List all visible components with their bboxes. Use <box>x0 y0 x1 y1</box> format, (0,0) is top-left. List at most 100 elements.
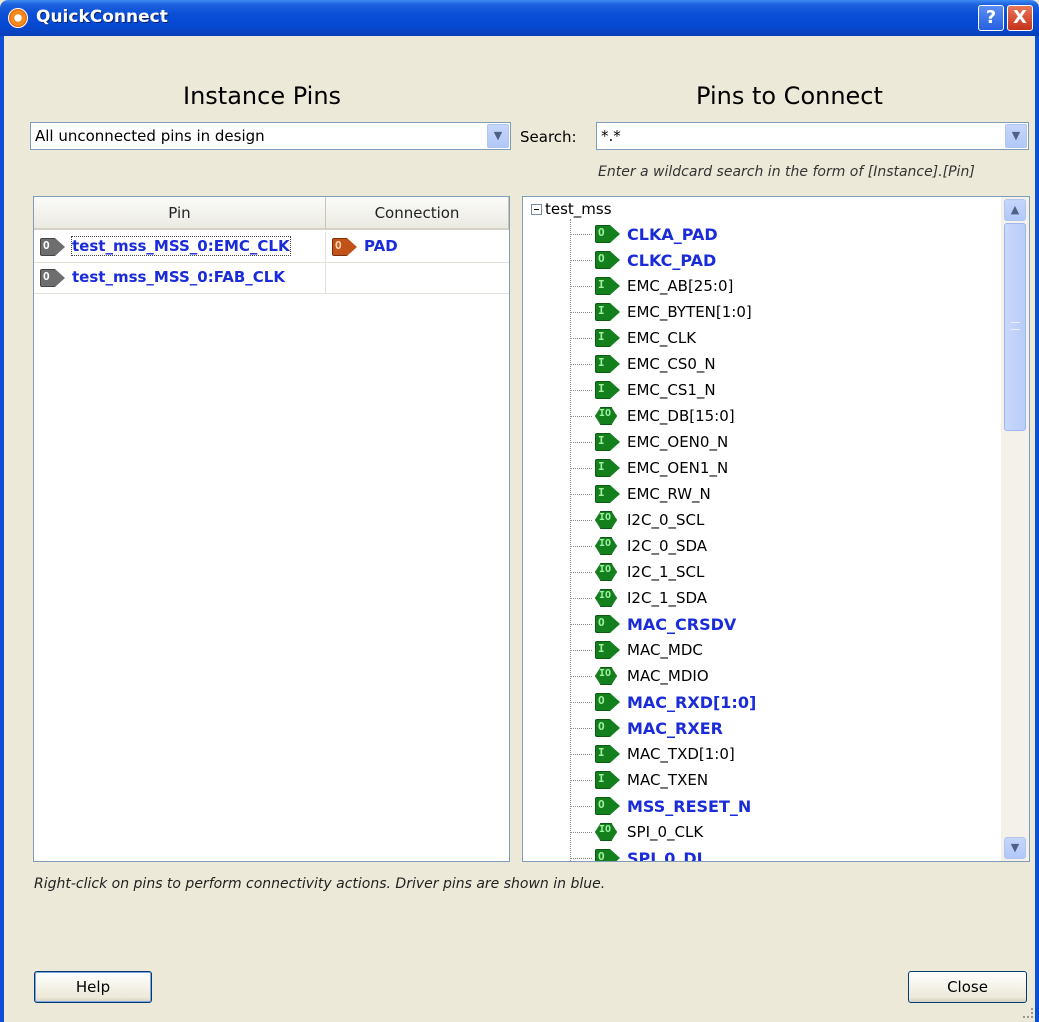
scroll-thumb[interactable] <box>1004 223 1026 431</box>
table-row[interactable]: O test_mss_MSS_0:FAB_CLK <box>34 263 509 294</box>
tree-item-label: CLKA_PAD <box>627 225 718 244</box>
pins-to-connect-tree[interactable]: test_mss O CLKA_PAD O CLKC_PAD I EMC_AB[25:0]… <box>522 196 1030 862</box>
instance-pins-heading: Instance Pins <box>183 82 342 110</box>
bidir-pin-icon: IO <box>595 822 621 842</box>
output-pin-icon: O <box>595 692 621 712</box>
search-label: Search: <box>520 128 577 146</box>
tree-item[interactable]: I EMC_AB[25:0] <box>523 273 993 299</box>
tree-item-label: MAC_TXD[1:0] <box>627 745 735 763</box>
tree-item-label: EMC_OEN0_N <box>627 433 729 451</box>
tree-item-label: MAC_TXEN <box>627 771 709 789</box>
table-row[interactable]: O test_mss_MSS_0:EMC_CLK O PAD <box>34 232 509 263</box>
scroll-down-icon[interactable]: ▼ <box>1004 837 1026 859</box>
tree-item-label: MAC_RXD[1:0] <box>627 693 757 712</box>
tree-item[interactable]: I EMC_OEN0_N <box>523 429 993 455</box>
tree-item-label: MAC_MDC <box>627 641 703 659</box>
input-pin-icon: I <box>595 328 621 348</box>
tree-item-label: EMC_AB[25:0] <box>627 277 734 295</box>
input-pin-icon: I <box>595 770 621 790</box>
bidir-pin-icon: IO <box>595 588 621 608</box>
tree-item-label: EMC_OEN1_N <box>627 459 729 477</box>
tree-item-label: MAC_MDIO <box>627 667 709 685</box>
collapse-icon[interactable] <box>531 204 542 215</box>
search-hint: Enter a wildcard search in the form of [… <box>598 164 975 180</box>
column-header-connection[interactable]: Connection <box>326 197 509 230</box>
window-title: QuickConnect <box>36 7 168 27</box>
tree-item[interactable]: O CLKA_PAD <box>523 221 993 247</box>
vertical-scrollbar[interactable]: ▲ ▼ <box>1001 197 1029 861</box>
tree-item[interactable]: O CLKC_PAD <box>523 247 993 273</box>
tree-item-label: I2C_1_SDA <box>627 589 708 607</box>
tree-item[interactable]: I MAC_TXEN <box>523 767 993 793</box>
title-help-button[interactable]: ? <box>978 5 1004 31</box>
title-close-button[interactable]: X <box>1007 5 1033 31</box>
tree-item-label: I2C_0_SCL <box>627 511 705 529</box>
tree-item[interactable]: I MAC_MDC <box>523 637 993 663</box>
instance-pins-table[interactable]: Pin Connection O test_mss_MSS_0:EMC_CLK … <box>33 196 510 862</box>
pin-name: test_mss_MSS_0:EMC_CLK <box>71 236 291 256</box>
tree-item[interactable]: IO SPI_0_CLK <box>523 819 993 845</box>
tree-item[interactable]: I EMC_OEN1_N <box>523 455 993 481</box>
tree-item-label: MAC_CRSDV <box>627 615 737 634</box>
tree-item[interactable]: I EMC_CLK <box>523 325 993 351</box>
pad-pin-icon: O <box>332 237 358 257</box>
tree-item[interactable]: I EMC_CS1_N <box>523 377 993 403</box>
input-pin-icon: I <box>595 380 621 400</box>
input-pin-icon: I <box>595 640 621 660</box>
pin-cell[interactable]: O test_mss_MSS_0:EMC_CLK <box>34 232 326 262</box>
help-button[interactable]: Help <box>34 971 152 1003</box>
window-border-right <box>1035 36 1039 1022</box>
window-border-left <box>0 36 4 1022</box>
close-button[interactable]: Close <box>908 971 1027 1003</box>
bidir-pin-icon: IO <box>595 536 621 556</box>
tree-item[interactable]: O MSS_RESET_N <box>523 793 993 819</box>
bidir-pin-icon: IO <box>595 666 621 686</box>
pin-filter-select[interactable]: All unconnected pins in design ▼ <box>30 122 511 150</box>
tree-root-label: test_mss <box>545 200 612 218</box>
tree-item[interactable]: IO MAC_MDIO <box>523 663 993 689</box>
tree-item-label: SPI_0_DI <box>627 849 703 862</box>
input-pin-icon: I <box>595 302 621 322</box>
tree-item[interactable]: O MAC_RXD[1:0] <box>523 689 993 715</box>
tree-item-label: EMC_CS1_N <box>627 381 716 399</box>
chevron-down-icon[interactable]: ▼ <box>1005 124 1027 148</box>
tree-item[interactable]: IO I2C_0_SCL <box>523 507 993 533</box>
app-icon <box>8 8 28 28</box>
connection-name: PAD <box>364 237 398 255</box>
input-pin-icon: I <box>595 276 621 296</box>
tree-item[interactable]: O MAC_RXER <box>523 715 993 741</box>
tree-item[interactable]: IO EMC_DB[15:0] <box>523 403 993 429</box>
input-pin-icon: I <box>595 458 621 478</box>
bidir-pin-icon: IO <box>595 406 621 426</box>
bidir-pin-icon: IO <box>595 562 621 582</box>
tree-item[interactable]: IO I2C_1_SCL <box>523 559 993 585</box>
tree-item[interactable]: IO I2C_1_SDA <box>523 585 993 611</box>
tree-item-label: EMC_CLK <box>627 329 697 347</box>
pin-cell[interactable]: O test_mss_MSS_0:FAB_CLK <box>34 263 326 293</box>
tree-item[interactable]: I EMC_RW_N <box>523 481 993 507</box>
tree-item-label: EMC_RW_N <box>627 485 711 503</box>
output-pin-icon: O <box>595 224 621 244</box>
tree-item[interactable]: IO I2C_0_SDA <box>523 533 993 559</box>
connection-cell[interactable]: O PAD <box>326 232 509 262</box>
tree-item-label: CLKC_PAD <box>627 251 717 270</box>
tree-item[interactable]: I MAC_TXD[1:0] <box>523 741 993 767</box>
title-bar: QuickConnect ? X <box>0 0 1039 36</box>
tree-item[interactable]: O SPI_0_DI <box>523 845 993 862</box>
search-combo[interactable]: *.* ▼ <box>596 122 1029 150</box>
connection-cell[interactable] <box>326 263 509 293</box>
chevron-down-icon[interactable]: ▼ <box>487 124 509 148</box>
tree-item[interactable]: O MAC_CRSDV <box>523 611 993 637</box>
tree-item-label: EMC_CS0_N <box>627 355 716 373</box>
tree-item-label: MAC_RXER <box>627 719 723 738</box>
tree-item-label: MSS_RESET_N <box>627 797 752 816</box>
pins-to-connect-heading: Pins to Connect <box>696 82 883 110</box>
tree-item[interactable]: I EMC_BYTEN[1:0] <box>523 299 993 325</box>
output-pin-icon: O <box>595 796 621 816</box>
resize-grip-icon[interactable] <box>1023 1008 1033 1018</box>
input-pin-icon: I <box>595 484 621 504</box>
tree-item[interactable]: I EMC_CS0_N <box>523 351 993 377</box>
input-pin-icon: I <box>595 432 621 452</box>
column-header-pin[interactable]: Pin <box>34 197 326 230</box>
scroll-up-icon[interactable]: ▲ <box>1004 199 1026 221</box>
